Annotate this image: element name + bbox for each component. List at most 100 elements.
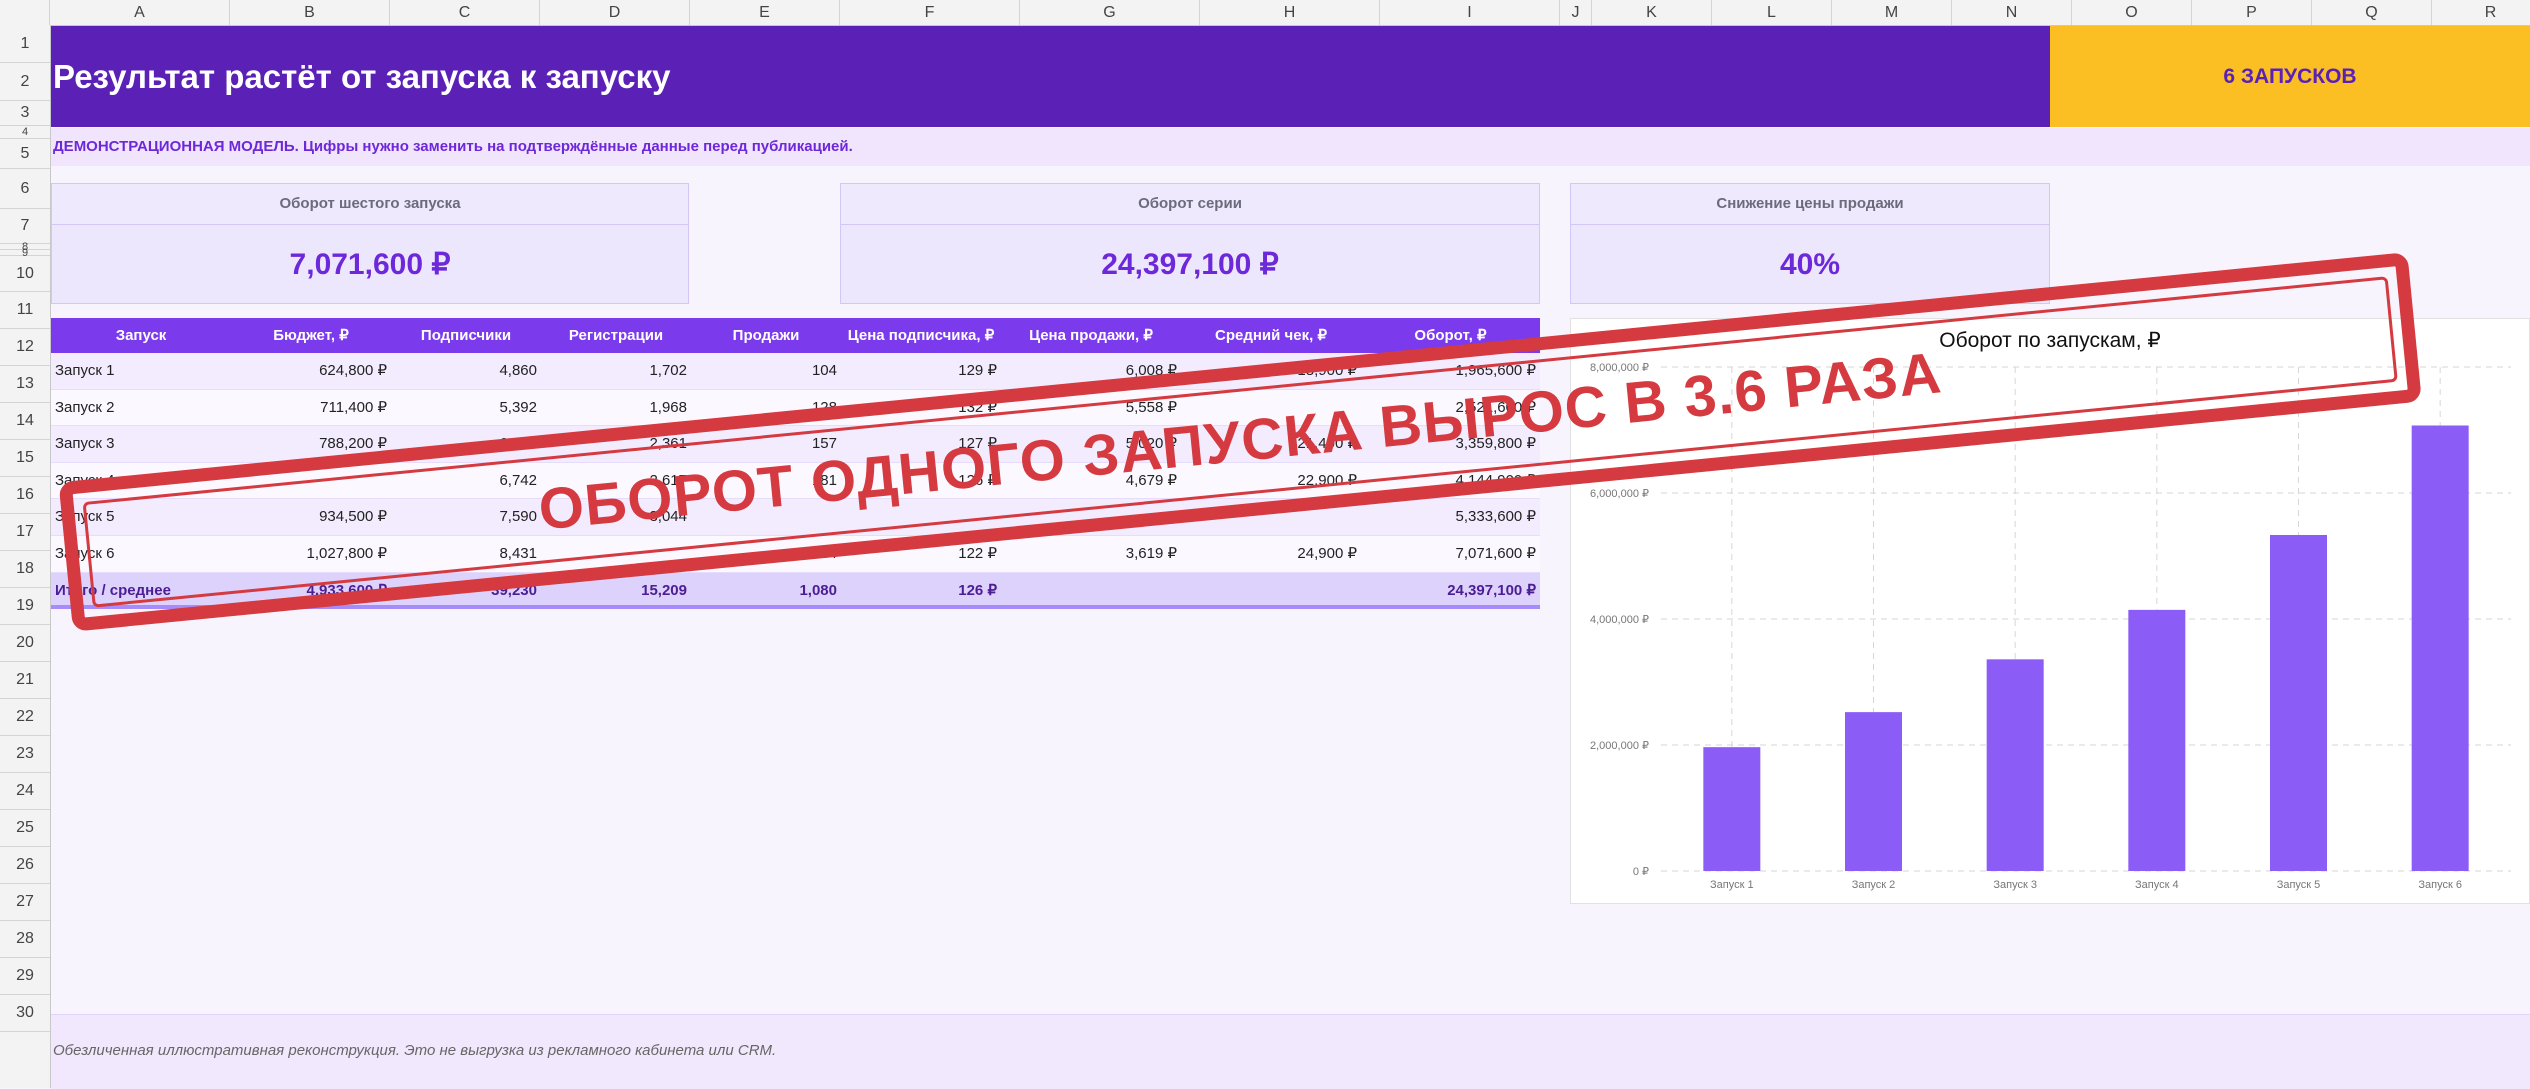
table-cell[interactable]: 24,397,100 ₽	[1361, 573, 1540, 606]
column-header[interactable]: F	[840, 0, 1020, 25]
row-header[interactable]: 20	[0, 625, 50, 662]
table-cell[interactable]: 129 ₽	[841, 353, 1001, 389]
row-header[interactable]: 27	[0, 884, 50, 921]
launch-count-badge: 6 ЗАПУСКОВ	[2050, 26, 2530, 127]
column-heading[interactable]: Цена подписчика, ₽	[841, 318, 1001, 353]
column-header[interactable]: D	[540, 0, 690, 25]
row-header[interactable]: 24	[0, 773, 50, 810]
table-cell[interactable]: 126 ₽	[841, 573, 1001, 606]
row-header[interactable]: 16	[0, 477, 50, 514]
y-tick-label: 4,000,000 ₽	[1590, 614, 1649, 626]
row-header[interactable]: 3	[0, 101, 50, 126]
table-cell[interactable]: Запуск 1	[51, 353, 231, 389]
x-tick-label: Запуск 3	[1993, 879, 2037, 891]
bar	[1703, 747, 1761, 871]
table-cell[interactable]: 624,800 ₽	[231, 353, 391, 389]
table-cell[interactable]	[1001, 573, 1181, 606]
table-cell[interactable]: 5,392	[391, 390, 541, 426]
kpi-value: 40%	[1779, 248, 1841, 281]
table-cell[interactable]: Запуск 3	[51, 426, 231, 462]
bar	[2411, 425, 2469, 871]
column-header[interactable]: M	[1832, 0, 1952, 25]
column-header[interactable]: B	[230, 0, 390, 25]
column-header[interactable]: I	[1380, 0, 1560, 25]
column-header[interactable]: H	[1200, 0, 1380, 25]
row-header[interactable]: 29	[0, 958, 50, 995]
column-header[interactable]: J	[1560, 0, 1592, 25]
column-header[interactable]: K	[1592, 0, 1712, 25]
table-cell[interactable]	[1181, 573, 1361, 606]
table-header-row: Запуск Бюджет, ₽ Подписчики Регистрации Прод…	[51, 318, 1540, 353]
kpi-card-sixth-launch[interactable]: Оборот шестого запуска 7,071,600 ₽	[51, 183, 689, 304]
row-header[interactable]: 17	[0, 514, 50, 551]
row-header[interactable]: 23	[0, 736, 50, 773]
row-header[interactable]: 15	[0, 440, 50, 477]
table-cell[interactable]: 1,702	[541, 353, 691, 389]
column-header[interactable]: R	[2432, 0, 2530, 25]
table-cell[interactable]: 3,619 ₽	[1001, 536, 1181, 572]
column-heading[interactable]: Средний чек, ₽	[1181, 318, 1361, 353]
column-heading[interactable]: Бюджет, ₽	[231, 318, 391, 353]
row-header[interactable]: 26	[0, 847, 50, 884]
table-cell[interactable]: 1,080	[691, 573, 841, 606]
row-header[interactable]: 21	[0, 662, 50, 699]
row-header[interactable]: 12	[0, 329, 50, 366]
bar	[2270, 534, 2327, 871]
column-header[interactable]: G	[1020, 0, 1200, 25]
table-cell[interactable]: 711,400 ₽	[231, 390, 391, 426]
row-header[interactable]: 28	[0, 921, 50, 958]
row-header[interactable]: 11	[0, 292, 50, 329]
row-header[interactable]: 10	[0, 256, 50, 292]
column-header[interactable]: Q	[2312, 0, 2432, 25]
row-header[interactable]: 7	[0, 209, 50, 244]
column-heading[interactable]: Продажи	[691, 318, 841, 353]
x-tick-label: Запуск 6	[2418, 879, 2462, 891]
column-header[interactable]: A	[50, 0, 230, 25]
kpi-card-price-drop[interactable]: Снижение цены продажи 40%	[1570, 183, 2050, 304]
column-heading[interactable]: Цена продажи, ₽	[1001, 318, 1181, 353]
table-cell[interactable]: 24,900 ₽	[1181, 536, 1361, 572]
row-header[interactable]: 22	[0, 699, 50, 736]
column-header[interactable]: P	[2192, 0, 2312, 25]
column-heading[interactable]: Регистрации	[541, 318, 691, 353]
table-cell[interactable]: Запуск 2	[51, 390, 231, 426]
row-header[interactable]: 30	[0, 995, 50, 1032]
kpi-value: 7,071,600 ₽	[289, 248, 451, 281]
column-heading[interactable]: Подписчики	[391, 318, 541, 353]
row-header[interactable]: 1	[0, 25, 50, 63]
column-header-spacer	[0, 0, 50, 25]
kpi-label: Снижение цены продажи	[1571, 184, 2049, 225]
row-header[interactable]: 5	[0, 139, 50, 169]
table-cell[interactable]: 4,860	[391, 353, 541, 389]
row-header[interactable]: 4	[0, 126, 50, 139]
column-header[interactable]: C	[390, 0, 540, 25]
table-cell[interactable]: 1,968	[541, 390, 691, 426]
y-tick-label: 6,000,000 ₽	[1590, 488, 1649, 500]
table-cell[interactable]: 104	[691, 353, 841, 389]
footer-note: Обезличенная иллюстративная реконструкци…	[53, 1042, 777, 1059]
kpi-label: Оборот серии	[841, 184, 1539, 225]
kpi-card-series-turnover[interactable]: Оборот серии 24,397,100 ₽	[840, 183, 1540, 304]
column-header[interactable]: L	[1712, 0, 1832, 25]
x-tick-label: Запуск 1	[1710, 879, 1754, 891]
row-header[interactable]: 6	[0, 169, 50, 209]
column-header[interactable]: E	[690, 0, 840, 25]
y-tick-label: 2,000,000 ₽	[1590, 740, 1649, 752]
column-heading[interactable]: Запуск	[51, 318, 231, 353]
row-header[interactable]: 2	[0, 63, 50, 101]
table-cell[interactable]: 7,071,600 ₽	[1361, 536, 1540, 572]
row-header[interactable]: 14	[0, 403, 50, 440]
row-header[interactable]: 13	[0, 366, 50, 403]
x-tick-label: Запуск 4	[2135, 879, 2179, 891]
row-header[interactable]: 25	[0, 810, 50, 847]
y-tick-label: 0 ₽	[1633, 866, 1649, 878]
column-header[interactable]: N	[1952, 0, 2072, 25]
kpi-label: Оборот шестого запуска	[52, 184, 688, 225]
table-cell[interactable]: 5,333,600 ₽	[1361, 499, 1540, 535]
column-headers: ABCDEFGHIJKLMNOPQR	[0, 0, 2530, 26]
row-header[interactable]: 18	[0, 551, 50, 588]
bar	[1845, 712, 1902, 871]
row-headers: 1 2 3 4 5 6 7 8 9 10 11 12 13 14 15 16 17 18 19 20 21 22 23 24 2…	[0, 25, 51, 1088]
row-header[interactable]: 19	[0, 588, 50, 625]
column-header[interactable]: O	[2072, 0, 2192, 25]
